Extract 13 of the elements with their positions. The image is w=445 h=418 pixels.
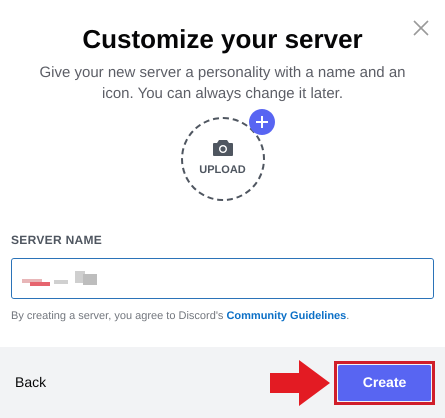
agreement-text: By creating a server, you agree to Discord's Community Guidelines. bbox=[11, 309, 350, 324]
input-field[interactable] bbox=[11, 258, 434, 299]
field-label: SERVER NAME bbox=[11, 232, 104, 249]
dialog-subtitle: Give your new server a personality with a name and an icon. You can always change it later. bbox=[38, 63, 407, 104]
upload-label: UPLOAD bbox=[199, 163, 246, 178]
dialog-title: Customize your server bbox=[82, 23, 363, 56]
back-button[interactable]: Back bbox=[15, 372, 46, 393]
guidelines-link[interactable]: Community Guidelines bbox=[226, 310, 346, 322]
create-button[interactable]: Create bbox=[338, 364, 431, 400]
camera-icon bbox=[212, 139, 234, 158]
plus-icon bbox=[248, 109, 274, 135]
close-icon[interactable] bbox=[413, 20, 429, 36]
arrow-icon bbox=[270, 360, 330, 406]
